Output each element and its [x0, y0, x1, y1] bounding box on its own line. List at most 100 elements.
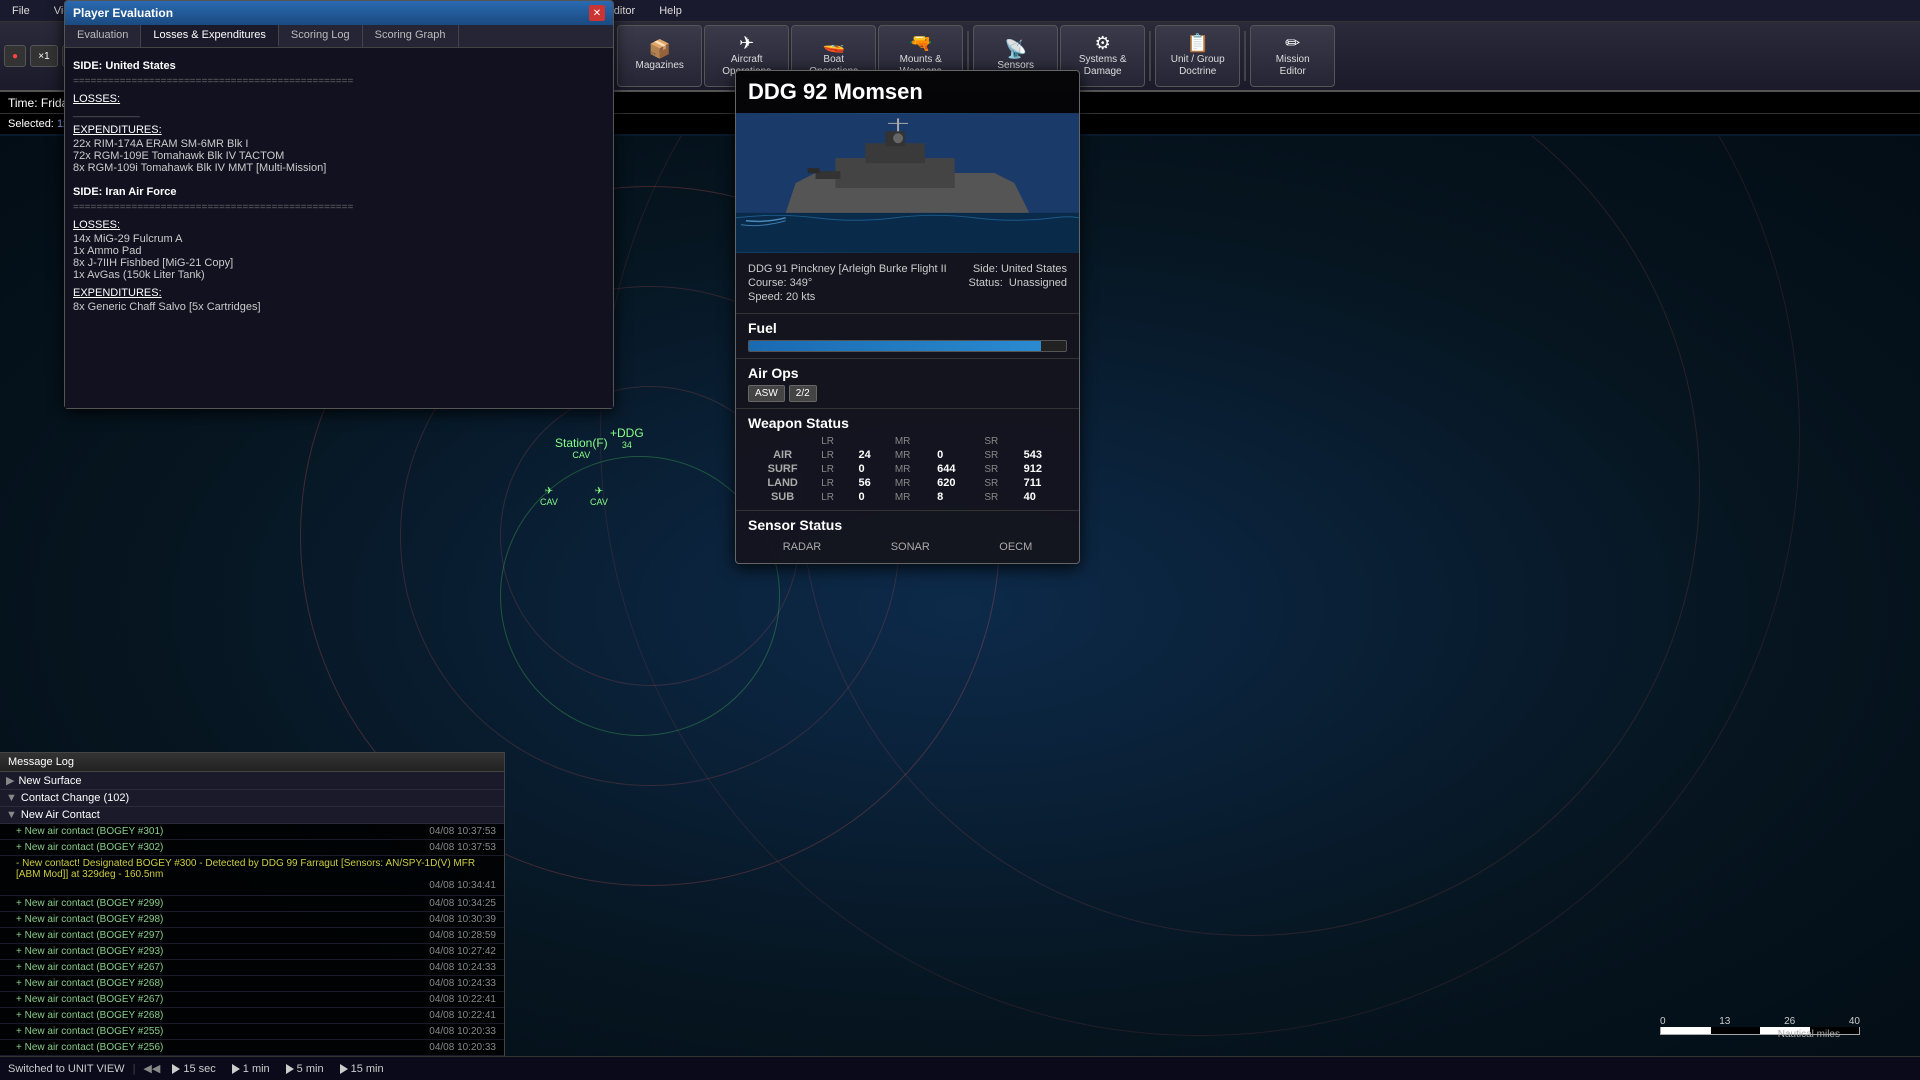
weapon-col-cat — [748, 435, 817, 448]
msg-text-268a: + New air contact (BOGEY #268) — [16, 978, 421, 989]
playback-bar: Switched to UNIT VIEW | ◀◀ 15 sec 1 min … — [0, 1056, 1920, 1080]
side2-exp-item-1: 8x Generic Chaff Salvo [5x Cartridges] — [73, 301, 605, 313]
msg-text-301: + New air contact (BOGEY #301) — [16, 826, 421, 837]
side1-expenditures-label: EXPENDITURES: — [73, 124, 605, 136]
side2-loss-item-4: 1x AvGas (150k Liter Tank) — [73, 269, 605, 281]
side1-divider: ========================================… — [73, 76, 605, 87]
side1-name: SIDE: United States — [73, 60, 605, 72]
group-contact-change-arrow: ▼ — [6, 792, 17, 804]
menu-help[interactable]: Help — [655, 5, 686, 17]
magazines-icon: 📦 — [649, 40, 671, 58]
mission-editor-label: MissionEditor — [1276, 54, 1310, 78]
msg-entry-255[interactable]: + New air contact (BOGEY #255) 04/08 10:… — [0, 1024, 504, 1040]
unit-marker-ddg[interactable]: +DDG 34 — [610, 426, 644, 450]
unit-marker-cav1[interactable]: ✈ CAV — [540, 486, 558, 507]
mission-editor-btn[interactable]: ✏ MissionEditor — [1250, 25, 1335, 87]
unit-doctrine-btn[interactable]: 📋 Unit / GroupDoctrine — [1155, 25, 1240, 87]
scale-numbers: 0132640 — [1660, 1016, 1860, 1027]
weapon-land-sr-val: 711 — [1020, 476, 1067, 490]
ddg-label: 34 — [610, 440, 644, 450]
msg-entry-302[interactable]: + New air contact (BOGEY #302) 04/08 10:… — [0, 840, 504, 856]
weapon-surf-sr-label: SR — [980, 462, 1019, 476]
msg-text-299: + New air contact (BOGEY #299) — [16, 898, 421, 909]
fuel-bar-fill — [749, 341, 1041, 351]
nautical-miles-label: Nautical miles — [1778, 1029, 1840, 1040]
playback-status-text: Switched to UNIT VIEW — [8, 1063, 125, 1075]
tab-scoring-log[interactable]: Scoring Log — [279, 25, 363, 47]
dialog-close-btn[interactable]: ✕ — [589, 5, 605, 21]
message-entries[interactable]: ▶ New Surface ▼ Contact Change (102) ▼ N… — [0, 772, 504, 1056]
playback-speed-15sec[interactable]: 15 sec — [168, 1061, 219, 1077]
message-log-title: Message Log — [8, 756, 74, 768]
weapon-table: LR MR SR AIR LR 24 MR 0 SR 543 SURF LR 0 — [748, 435, 1067, 504]
msg-entry-293[interactable]: + New air contact (BOGEY #293) 04/08 10:… — [0, 944, 504, 960]
tab-scoring-graph[interactable]: Scoring Graph — [363, 25, 459, 47]
msg-entry-267a[interactable]: + New air contact (BOGEY #267) 04/08 10:… — [0, 960, 504, 976]
cav1-icon: ✈ — [540, 486, 558, 497]
weapon-surf-mr-val: 644 — [933, 462, 980, 476]
sensors-icon: 📡 — [1005, 40, 1027, 58]
side2-loss-item-3: 8x J-7IIH Fishbed [MiG-21 Copy] — [73, 257, 605, 269]
weapon-status-section: Weapon Status LR MR SR AIR LR 24 MR 0 SR… — [736, 408, 1079, 510]
msg-entry-256[interactable]: + New air contact (BOGEY #256) 04/08 10:… — [0, 1040, 504, 1056]
tab-losses-expenditures[interactable]: Losses & Expenditures — [141, 25, 279, 47]
ddg-image — [736, 113, 1079, 253]
magazines-btn[interactable]: 📦 Magazines — [617, 25, 702, 87]
unit-marker-station[interactable]: Station(F) CAV — [555, 436, 608, 460]
dialog-titlebar: Player Evaluation ✕ — [65, 1, 613, 25]
playback-speed-15min[interactable]: 15 min — [336, 1061, 388, 1077]
side2-loss-item-1: 14x MiG-29 Fulcrum A — [73, 233, 605, 245]
systems-damage-icon: ⚙ — [1095, 34, 1111, 52]
weapon-land-lr-val: 56 — [855, 476, 891, 490]
group-new-air-contact-label: New Air Contact — [21, 809, 100, 821]
weapon-air-cat: AIR — [748, 448, 817, 462]
msg-time-302: 04/08 10:37:53 — [429, 842, 496, 853]
msg-entry-301[interactable]: + New air contact (BOGEY #301) 04/08 10:… — [0, 824, 504, 840]
msg-entry-267b[interactable]: + New air contact (BOGEY #267) 04/08 10:… — [0, 992, 504, 1008]
playback-speed-5min[interactable]: 5 min — [282, 1061, 328, 1077]
selected-label: Selected: — [8, 118, 54, 130]
side2-name: SIDE: Iran Air Force — [73, 186, 605, 198]
weapon-status-title: Weapon Status — [748, 415, 1067, 431]
message-log-header[interactable]: Message Log — [0, 753, 504, 772]
tab-evaluation[interactable]: Evaluation — [65, 25, 141, 47]
ddg-title: DDG 92 Momsen — [736, 71, 1079, 113]
side1-exp-item-2: 72x RGM-109E Tomahawk Blk IV TACTOM — [73, 150, 605, 162]
ddg-info-panel: DDG 92 Momsen — [735, 70, 1080, 564]
eval-tabs: Evaluation Losses & Expenditures Scoring… — [65, 25, 613, 48]
eval-content[interactable]: SIDE: United States ====================… — [65, 48, 613, 408]
ddg-course-row: Course: 349° Status: Unassigned — [748, 277, 1067, 289]
playback-multiplier: ×1 — [30, 45, 58, 67]
playback-record-btn[interactable]: ● — [4, 45, 26, 67]
air-ops-badges: ASW 2/2 — [748, 385, 1067, 402]
weapon-sub-mr-val: 8 — [933, 490, 980, 504]
group-contact-change[interactable]: ▼ Contact Change (102) — [0, 790, 504, 807]
weapon-air-mr-label: MR — [891, 448, 933, 462]
mission-editor-icon: ✏ — [1285, 34, 1300, 52]
side1-exp-item-1: 22x RIM-174A ERAM SM-6MR Blk I — [73, 138, 605, 150]
ship-image-svg — [736, 113, 1079, 253]
unit-marker-cav2[interactable]: ✈ CAV — [590, 486, 608, 507]
air-ops-badge-asw: ASW — [748, 385, 785, 402]
sensor-status-title: Sensor Status — [748, 517, 1067, 533]
ddg-speed: Speed: 20 kts — [748, 291, 815, 303]
msg-entry-298[interactable]: + New air contact (BOGEY #298) 04/08 10:… — [0, 912, 504, 928]
msg-text-302: + New air contact (BOGEY #302) — [16, 842, 421, 853]
side1-losses-line: ____________ — [73, 107, 605, 118]
ddg-icon: +DDG — [610, 426, 644, 440]
weapon-air-lr-label: LR — [817, 448, 854, 462]
menu-file[interactable]: File — [8, 5, 34, 17]
msg-entry-268b[interactable]: + New air contact (BOGEY #268) 04/08 10:… — [0, 1008, 504, 1024]
group-new-surface[interactable]: ▶ New Surface — [0, 772, 504, 790]
playback-speed-1min[interactable]: 1 min — [228, 1061, 274, 1077]
weapon-surf-mr-label: MR — [891, 462, 933, 476]
msg-time-255: 04/08 10:20:33 — [429, 1026, 496, 1037]
msg-entry-297[interactable]: + New air contact (BOGEY #297) 04/08 10:… — [0, 928, 504, 944]
weapon-row-air: AIR LR 24 MR 0 SR 543 — [748, 448, 1067, 462]
group-new-air-contact[interactable]: ▼ New Air Contact — [0, 807, 504, 824]
msg-entry-268a[interactable]: + New air contact (BOGEY #268) 04/08 10:… — [0, 976, 504, 992]
speed-15sec-label: 15 sec — [183, 1063, 215, 1075]
weapon-sub-mr-label: MR — [891, 490, 933, 504]
msg-entry-299[interactable]: + New air contact (BOGEY #299) 04/08 10:… — [0, 896, 504, 912]
msg-entry-300[interactable]: - New contact! Designated BOGEY #300 - D… — [0, 856, 504, 896]
